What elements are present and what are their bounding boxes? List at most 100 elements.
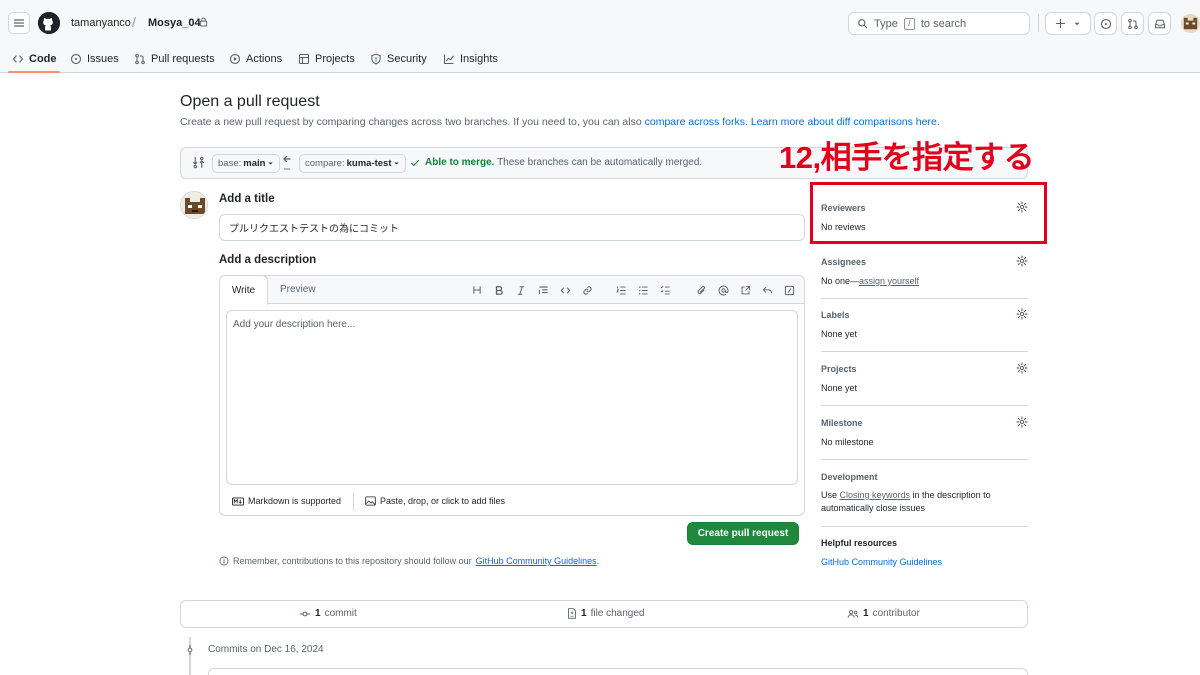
task-list-icon[interactable] bbox=[658, 283, 672, 297]
menu-button[interactable] bbox=[8, 12, 30, 34]
labels-value: None yet bbox=[821, 329, 858, 339]
slash-commands-icon[interactable] bbox=[782, 283, 796, 297]
closing-keywords-link[interactable]: Closing keywords bbox=[840, 490, 911, 500]
footer-divider bbox=[353, 493, 354, 511]
tab-security[interactable]: Security bbox=[370, 49, 427, 69]
commit-timeline-icon bbox=[185, 645, 195, 655]
repo-name-link[interactable]: Mosya_04 bbox=[148, 17, 201, 29]
base-branch-select[interactable]: base: main bbox=[212, 154, 281, 173]
description-textarea[interactable]: Add your description here... bbox=[226, 310, 798, 485]
tab-projects-label: Projects bbox=[315, 53, 355, 65]
sidebar-divider bbox=[821, 298, 1028, 299]
pull-request-icon bbox=[135, 53, 145, 65]
ordered-list-icon[interactable] bbox=[614, 283, 628, 297]
attach-files-note[interactable]: Paste, drop, or click to add files bbox=[365, 496, 505, 506]
base-prefix: base: bbox=[218, 158, 242, 169]
compare-forks-link[interactable]: compare across forks. bbox=[645, 116, 748, 128]
files-count: 1 bbox=[581, 608, 587, 619]
attach-icon[interactable] bbox=[694, 283, 708, 297]
description-editor: Write Preview Add your description here.… bbox=[219, 275, 805, 516]
github-logo-icon[interactable] bbox=[38, 12, 60, 34]
sidebar-divider bbox=[821, 526, 1028, 527]
tab-actions[interactable]: Actions bbox=[229, 49, 282, 69]
tab-projects[interactable]: Projects bbox=[298, 49, 355, 69]
tab-preview[interactable]: Preview bbox=[280, 284, 316, 295]
bold-icon[interactable] bbox=[492, 283, 506, 297]
title-input[interactable]: プルリクエストテストの為にコミット bbox=[219, 214, 805, 241]
projects-section: Projects None yet bbox=[821, 362, 1028, 393]
tab-issues[interactable]: Issues bbox=[70, 49, 119, 69]
helpful-community-guidelines-link[interactable]: GitHub Community Guidelines bbox=[821, 557, 942, 567]
projects-gear-icon[interactable] bbox=[1016, 362, 1028, 374]
attach-files-text: Paste, drop, or click to add files bbox=[380, 496, 506, 506]
graph-icon bbox=[443, 54, 454, 65]
tab-code-label: Code bbox=[29, 53, 57, 65]
title-label: Add a title bbox=[219, 193, 275, 205]
milestone-section: Milestone No milestone bbox=[821, 416, 1028, 447]
base-branch-name: main bbox=[243, 158, 266, 169]
repo-nav: Code Issues Pull requests Actions Projec… bbox=[0, 44, 600, 73]
cross-reference-icon[interactable] bbox=[738, 283, 752, 297]
unordered-list-icon[interactable] bbox=[636, 283, 650, 297]
caret-down-icon bbox=[394, 162, 400, 165]
create-new-button[interactable] bbox=[1045, 12, 1091, 35]
markdown-note[interactable]: Markdown is supported bbox=[232, 496, 341, 506]
assign-yourself-link[interactable]: assign yourself bbox=[859, 276, 919, 286]
helpful-resources-section: Helpful resources GitHub Community Guide… bbox=[821, 538, 1028, 567]
compare-branch-select[interactable]: compare: kuma-test bbox=[299, 154, 407, 173]
create-pull-request-button[interactable]: Create pull request bbox=[687, 522, 799, 545]
link-icon[interactable] bbox=[580, 283, 594, 297]
reply-icon[interactable] bbox=[760, 283, 774, 297]
commits-stat[interactable]: 1 commit bbox=[299, 608, 357, 619]
arrow-left-icon bbox=[282, 155, 292, 172]
tab-pull-requests[interactable]: Pull requests bbox=[134, 49, 215, 69]
file-diff-icon bbox=[568, 608, 576, 619]
community-guidelines-link[interactable]: GitHub Community Guidelines bbox=[476, 556, 597, 566]
development-title: Development bbox=[821, 472, 878, 482]
people-icon bbox=[847, 609, 859, 618]
guidelines-reminder-text: Remember, contributions to this reposito… bbox=[233, 556, 472, 566]
tab-write[interactable]: Write bbox=[220, 276, 268, 305]
merge-status: Able to merge. These branches can be aut… bbox=[410, 157, 702, 168]
milestone-gear-icon[interactable] bbox=[1016, 416, 1028, 428]
search-input[interactable]: Type / to search bbox=[848, 12, 1030, 35]
caret-down-icon bbox=[1074, 22, 1080, 25]
guidelines-reminder-end: . bbox=[596, 556, 600, 566]
compare-stats: 1 commit 1 file changed 1 contributor bbox=[180, 600, 1028, 628]
check-icon bbox=[411, 159, 419, 166]
issues-button[interactable] bbox=[1094, 12, 1117, 35]
pull-request-icon bbox=[1127, 18, 1138, 29]
active-tab-underline bbox=[8, 71, 60, 73]
italic-icon[interactable] bbox=[514, 283, 528, 297]
assignees-gear-icon[interactable] bbox=[1016, 255, 1028, 267]
inbox-button[interactable] bbox=[1148, 12, 1171, 35]
info-icon bbox=[219, 556, 229, 566]
mention-icon[interactable] bbox=[716, 283, 730, 297]
merge-status-label: Able to merge. bbox=[425, 157, 495, 168]
tab-code[interactable]: Code bbox=[12, 49, 57, 69]
learn-more-link[interactable]: Learn more about diff comparisons here. bbox=[751, 116, 940, 128]
code-icon[interactable] bbox=[558, 283, 572, 297]
tab-security-label: Security bbox=[387, 53, 427, 65]
development-text: Use Closing keywords in the description … bbox=[821, 489, 1028, 515]
quote-icon[interactable] bbox=[536, 283, 550, 297]
contributors-stat[interactable]: 1 contributor bbox=[847, 608, 920, 619]
table-icon bbox=[298, 53, 310, 65]
contributors-count: 1 bbox=[863, 608, 869, 619]
milestone-value: No milestone bbox=[821, 437, 874, 447]
heading-icon[interactable] bbox=[470, 283, 484, 297]
user-avatar[interactable] bbox=[1181, 14, 1200, 33]
sidebar-divider bbox=[821, 459, 1028, 460]
repo-owner-link[interactable]: tamanyanco bbox=[71, 17, 131, 29]
issue-icon bbox=[70, 53, 82, 65]
annotation-text: 12,相手を指定する bbox=[779, 140, 1035, 175]
caret-down-icon bbox=[268, 162, 274, 165]
timeline-line bbox=[189, 637, 191, 675]
code-icon bbox=[12, 55, 24, 63]
compare-prefix: compare: bbox=[305, 158, 345, 169]
merge-status-detail: These branches can be automatically merg… bbox=[497, 157, 703, 168]
tab-insights[interactable]: Insights bbox=[443, 49, 498, 69]
pull-requests-button[interactable] bbox=[1121, 12, 1144, 35]
labels-gear-icon[interactable] bbox=[1016, 308, 1028, 320]
files-stat[interactable]: 1 file changed bbox=[567, 608, 645, 619]
